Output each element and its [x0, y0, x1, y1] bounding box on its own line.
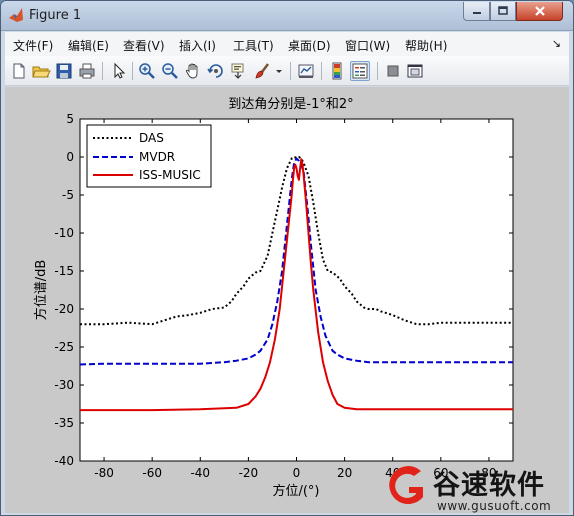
rotate-icon — [207, 64, 223, 78]
pan-button[interactable] — [183, 61, 203, 81]
show-tools-icon — [407, 64, 423, 78]
minimize-icon — [472, 12, 481, 14]
brush-menu-button[interactable] — [274, 61, 284, 81]
y-tick-label: -15 — [54, 264, 74, 278]
figure-window: Figure 1 文件(F) 编辑(E) 查看(V) 插入(I) 工具(T) 桌… — [0, 0, 574, 516]
zoom-in-icon — [139, 63, 155, 79]
maximize-icon — [498, 6, 508, 15]
watermark-brand: 谷速软件 — [433, 470, 545, 501]
minimize-button[interactable] — [463, 2, 490, 21]
printer-icon — [79, 63, 95, 79]
link-plot-icon — [298, 64, 314, 78]
data-cursor-button[interactable] — [229, 61, 249, 81]
folder-open-icon — [32, 66, 51, 78]
open-file-button[interactable] — [31, 61, 51, 81]
close-icon — [534, 6, 545, 16]
legend-label-mvdr: MVDR — [139, 150, 175, 164]
y-tick-label: -35 — [54, 416, 74, 430]
title-bar[interactable]: Figure 1 — [1, 1, 573, 31]
legend-label-das: DAS — [139, 131, 164, 145]
watermark: 谷速软件 www.gusuoft.com — [383, 463, 573, 515]
save-figure-button[interactable] — [54, 61, 74, 81]
y-tick-label: -20 — [54, 302, 74, 316]
zoom-in-button[interactable] — [137, 61, 157, 81]
x-tick-label: 0 — [293, 466, 301, 480]
link-plot-button[interactable] — [296, 61, 316, 81]
colorbar-icon — [332, 62, 342, 80]
hand-icon — [185, 63, 198, 79]
zoom-out-icon — [162, 63, 178, 79]
matlab-icon — [9, 8, 23, 22]
x-tick-label: -60 — [142, 466, 162, 480]
toolbar-separator — [377, 62, 378, 80]
menu-help[interactable]: 帮助(H) — [405, 37, 447, 54]
x-tick-label: 20 — [337, 466, 352, 480]
menu-insert[interactable]: 插入(I) — [179, 37, 216, 54]
data-cursor-icon — [231, 63, 244, 79]
x-tick-label: -80 — [94, 466, 114, 480]
x-tick-label: -40 — [190, 466, 210, 480]
zoom-out-button[interactable] — [160, 61, 180, 81]
gusu-logo-icon — [389, 466, 423, 505]
y-tick-label: -25 — [54, 340, 74, 354]
close-button[interactable] — [516, 2, 563, 21]
menu-window[interactable]: 窗口(W) — [345, 37, 390, 54]
line-chart[interactable]: 到达角分别是-1°和2° -80 -60 -40 -20 0 20 40 60 8050-5-1… — [5, 87, 569, 513]
y-axis-label: 方位谱/dB — [33, 260, 49, 321]
y-tick-label: -40 — [54, 454, 74, 468]
chevron-down-icon — [276, 70, 282, 73]
show-plot-tools-button[interactable] — [405, 61, 425, 81]
x-axis-label: 方位/(°) — [272, 483, 319, 499]
rotate-3d-button[interactable] — [206, 61, 226, 81]
toolbar-separator — [102, 62, 103, 80]
menu-tools[interactable]: 工具(T) — [233, 37, 274, 54]
new-file-icon — [13, 63, 25, 79]
menu-file[interactable]: 文件(F) — [13, 37, 53, 54]
menu-view[interactable]: 查看(V) — [123, 37, 165, 54]
pointer-arrow-icon — [114, 62, 126, 79]
chart-title: 到达角分别是-1°和2° — [228, 97, 353, 112]
toolbar-separator — [290, 62, 291, 80]
toolbar-separator — [321, 62, 322, 80]
maximize-button[interactable] — [490, 2, 516, 21]
insert-colorbar-button[interactable] — [327, 61, 347, 81]
figure-toolbar — [5, 56, 569, 86]
menu-desktop[interactable]: 桌面(D) — [288, 37, 331, 54]
y-tick-label: -10 — [54, 226, 74, 240]
y-tick-label: 5 — [66, 112, 74, 126]
window-title: Figure 1 — [29, 8, 82, 23]
hide-tools-icon — [387, 65, 399, 77]
save-icon — [56, 63, 72, 79]
edit-plot-button[interactable] — [108, 61, 128, 81]
hide-plot-tools-button[interactable] — [383, 61, 403, 81]
legend[interactable]: DAS MVDR ISS-MUSIC — [86, 124, 212, 188]
x-tick-label: -20 — [239, 466, 259, 480]
y-tick-label: -5 — [62, 188, 74, 202]
insert-legend-button[interactable] — [350, 61, 370, 81]
new-figure-button[interactable] — [9, 61, 29, 81]
menu-overflow-icon[interactable]: ↘ — [552, 37, 561, 50]
brush-button[interactable] — [253, 61, 273, 81]
menu-edit[interactable]: 编辑(E) — [68, 37, 109, 54]
brush-icon — [255, 63, 269, 79]
legend-icon — [352, 63, 368, 79]
print-figure-button[interactable] — [77, 61, 97, 81]
legend-label-iss-music: ISS-MUSIC — [139, 168, 201, 182]
y-tick-label: -30 — [54, 378, 74, 392]
watermark-url: www.gusuoft.com — [437, 499, 552, 513]
toolbar-separator — [132, 62, 133, 80]
y-tick-label: 0 — [66, 150, 74, 164]
menu-bar: 文件(F) 编辑(E) 查看(V) 插入(I) 工具(T) 桌面(D) 窗口(W… — [5, 32, 569, 56]
figure-canvas[interactable]: 到达角分别是-1°和2° -80 -60 -40 -20 0 20 40 60 80 5 0 -5 -1… — [5, 87, 569, 513]
